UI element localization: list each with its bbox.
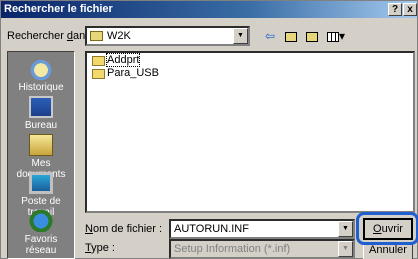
place-label: Historique: [18, 82, 64, 93]
open-button[interactable]: Ouvrir: [363, 218, 413, 240]
filename-label: Nom de fichier :: [85, 223, 163, 235]
chevron-down-icon[interactable]: ▼: [338, 241, 353, 257]
places-bar: Historique Bureau Mes documents Poste de…: [7, 51, 75, 259]
filetype-select[interactable]: Setup Information (*.inf) ▼: [169, 239, 355, 259]
look-in-value: W2K: [107, 30, 131, 42]
look-in-label: Rechercher dans :: [7, 30, 97, 42]
place-network[interactable]: Favoris réseau: [8, 210, 74, 256]
look-in-combo[interactable]: W2K ▼: [85, 26, 250, 46]
list-item[interactable]: Addprt: [90, 53, 141, 67]
place-label: Favoris réseau: [24, 234, 58, 256]
help-button[interactable]: ?: [388, 3, 402, 16]
chevron-down-icon[interactable]: ▼: [338, 221, 353, 237]
my-computer-icon: [29, 172, 53, 194]
folder-icon: [92, 56, 105, 66]
file-list[interactable]: Addprt Para_USB: [85, 51, 415, 213]
my-documents-icon: [29, 134, 53, 156]
title-bar: Rechercher le fichier ? x: [1, 1, 417, 18]
back-button[interactable]: ⇦: [259, 26, 281, 46]
close-button[interactable]: x: [403, 3, 417, 16]
new-folder-icon: [306, 31, 318, 42]
back-arrow-icon: ⇦: [264, 29, 276, 43]
network-places-icon: [29, 210, 53, 232]
chevron-down-icon[interactable]: ▼: [233, 28, 248, 44]
cancel-button[interactable]: Annuler: [363, 242, 413, 259]
place-history[interactable]: Historique: [8, 58, 74, 93]
place-desktop[interactable]: Bureau: [8, 96, 74, 131]
place-label: Bureau: [24, 120, 58, 131]
file-name: Addprt: [105, 53, 141, 67]
filetype-label: Type :: [85, 242, 115, 254]
file-name: Para_USB: [107, 67, 159, 79]
folder-icon: [90, 31, 103, 41]
window-title: Rechercher le fichier: [4, 3, 113, 15]
desktop-icon: [29, 96, 53, 118]
view-menu-button[interactable]: ▾: [323, 26, 349, 46]
view-menu-icon: [326, 31, 339, 42]
list-item[interactable]: Para_USB: [90, 67, 159, 80]
history-icon: [29, 58, 53, 80]
up-folder-icon: [285, 31, 297, 42]
folder-icon: [92, 69, 105, 79]
filename-value: AUTORUN.INF: [174, 223, 249, 235]
filetype-value: Setup Information (*.inf): [174, 243, 291, 255]
up-one-level-button[interactable]: [280, 26, 302, 46]
filename-field[interactable]: AUTORUN.INF ▼: [169, 219, 355, 239]
open-file-dialog: Rechercher le fichier ? x Rechercher dan…: [0, 0, 418, 259]
new-folder-button[interactable]: [301, 26, 323, 46]
